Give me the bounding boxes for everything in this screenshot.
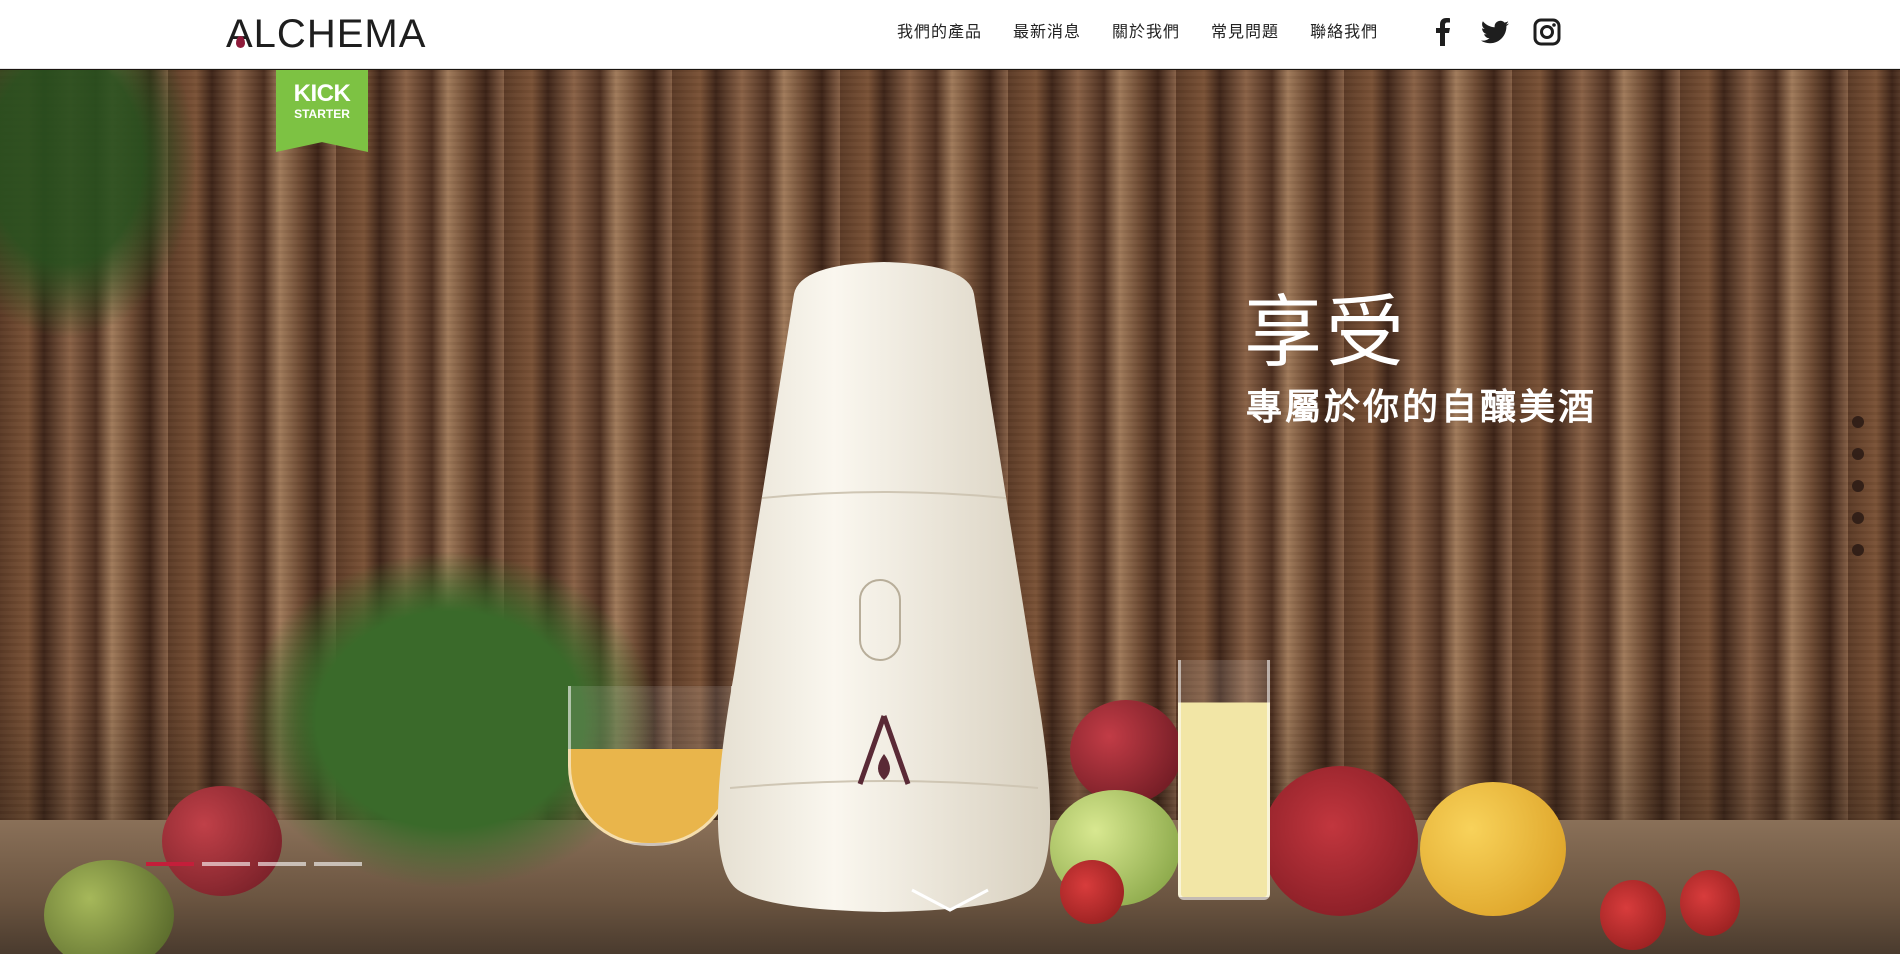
social-links bbox=[1428, 17, 1562, 47]
main-nav: 我們的產品 最新消息 關於我們 常見問題 聯絡我們 bbox=[897, 21, 1378, 43]
strawberry bbox=[1600, 880, 1666, 950]
nav-item-news[interactable]: 最新消息 bbox=[1013, 21, 1081, 43]
section-dot[interactable] bbox=[1852, 512, 1864, 524]
twitter-icon[interactable] bbox=[1480, 17, 1510, 47]
strawberry bbox=[1060, 860, 1124, 924]
red-apple-right bbox=[1070, 700, 1182, 804]
kickstarter-badge-line2: STARTER bbox=[294, 107, 350, 121]
section-dot[interactable] bbox=[1852, 416, 1864, 428]
section-dot[interactable] bbox=[1852, 480, 1864, 492]
kickstarter-badge[interactable]: KICK STARTER bbox=[276, 70, 368, 152]
strawberry bbox=[1680, 870, 1740, 936]
slide-indicator[interactable] bbox=[258, 862, 306, 866]
kickstarter-badge-line1: KICK bbox=[293, 80, 351, 107]
pomegranate bbox=[1262, 766, 1418, 916]
hero-subtitle: 專屬於你的自釀美酒 bbox=[1246, 387, 1598, 428]
facebook-icon[interactable] bbox=[1428, 17, 1458, 47]
brand-logo[interactable]: ALCHEMA bbox=[226, 14, 426, 54]
hero-banner: KICK STARTER 享受 專屬於你的自釀美酒 bbox=[0, 70, 1900, 954]
orange-tree-leaves bbox=[0, 70, 220, 370]
slide-indicator[interactable] bbox=[202, 862, 250, 866]
lemon bbox=[1420, 782, 1566, 916]
instagram-icon[interactable] bbox=[1532, 17, 1562, 47]
section-dot[interactable] bbox=[1852, 544, 1864, 556]
logo-drop-mark bbox=[236, 36, 245, 48]
nav-item-about[interactable]: 關於我們 bbox=[1112, 21, 1180, 43]
hero-title: 享受 bbox=[1244, 288, 1409, 378]
slide-indicator[interactable] bbox=[314, 862, 362, 866]
nav-item-products[interactable]: 我們的產品 bbox=[897, 21, 982, 43]
section-dots-nav bbox=[1852, 416, 1864, 576]
nav-item-faq[interactable]: 常見問題 bbox=[1211, 21, 1279, 43]
nav-item-contact[interactable]: 聯絡我們 bbox=[1310, 21, 1378, 43]
juice-glass bbox=[1178, 660, 1270, 900]
site-header: ALCHEMA 我們的產品 最新消息 關於我們 常見問題 聯絡我們 bbox=[0, 0, 1900, 69]
slide-indicator-active[interactable] bbox=[146, 862, 194, 866]
scroll-down-chevron-icon[interactable] bbox=[910, 886, 990, 914]
alchema-device bbox=[700, 254, 1068, 914]
red-apple-left bbox=[162, 786, 282, 896]
slide-progress bbox=[146, 862, 362, 866]
section-dot[interactable] bbox=[1852, 448, 1864, 460]
